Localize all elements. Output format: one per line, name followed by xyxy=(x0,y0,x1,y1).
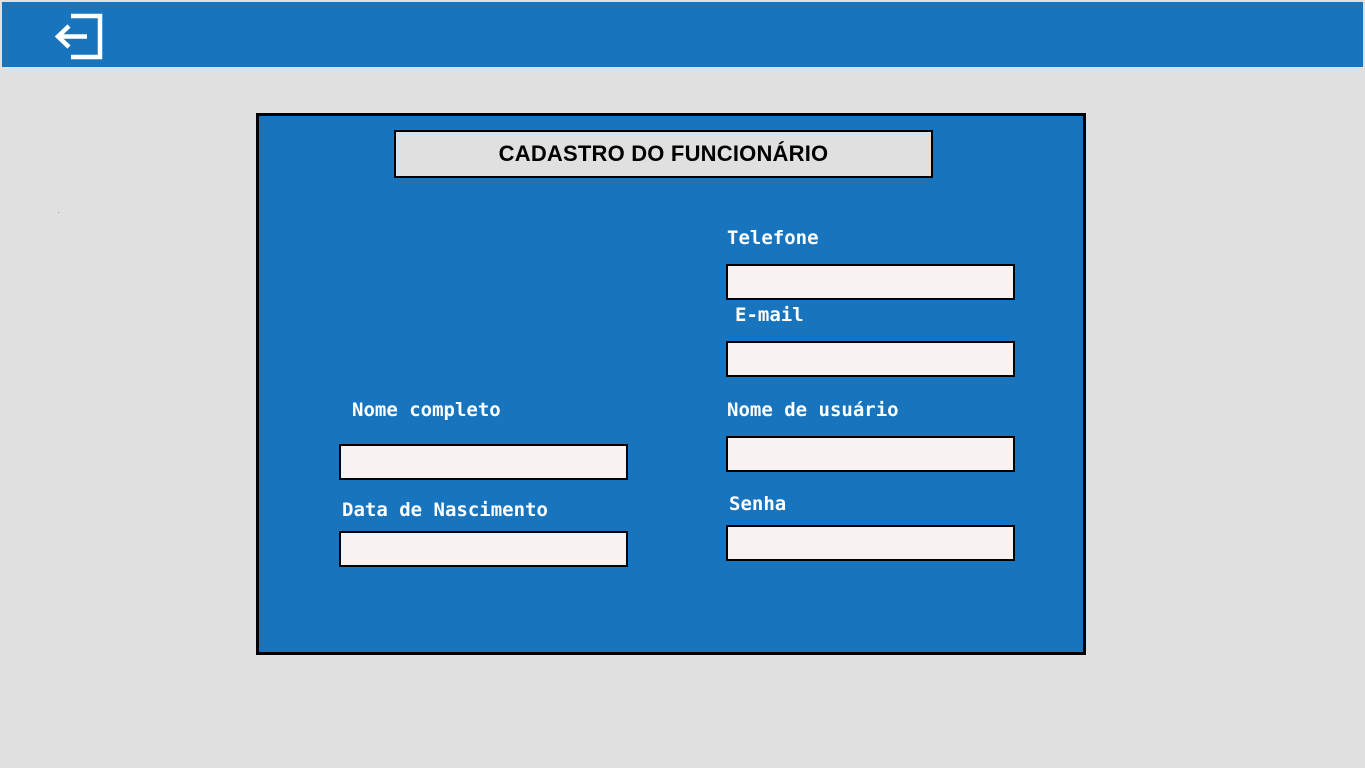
nome-completo-input[interactable] xyxy=(339,444,628,480)
email-input[interactable] xyxy=(726,341,1015,377)
nome-usuario-input[interactable] xyxy=(726,436,1015,472)
telefone-label: Telefone xyxy=(727,227,819,249)
registration-panel xyxy=(256,113,1086,655)
telefone-input[interactable] xyxy=(726,264,1015,300)
stray-dot xyxy=(58,212,59,213)
exit-arrow-left-icon xyxy=(54,13,103,60)
email-label: E-mail xyxy=(735,304,804,326)
back-button[interactable] xyxy=(51,11,107,63)
top-bar xyxy=(2,2,1363,67)
data-nascimento-label: Data de Nascimento xyxy=(342,499,548,521)
senha-input[interactable] xyxy=(726,525,1015,561)
senha-label: Senha xyxy=(729,493,787,515)
form-title: CADASTRO DO FUNCIONÁRIO xyxy=(394,130,933,178)
nome-usuario-label: Nome de usuário xyxy=(727,399,899,421)
data-nascimento-input[interactable] xyxy=(339,531,628,567)
nome-completo-label: Nome completo xyxy=(352,399,501,421)
